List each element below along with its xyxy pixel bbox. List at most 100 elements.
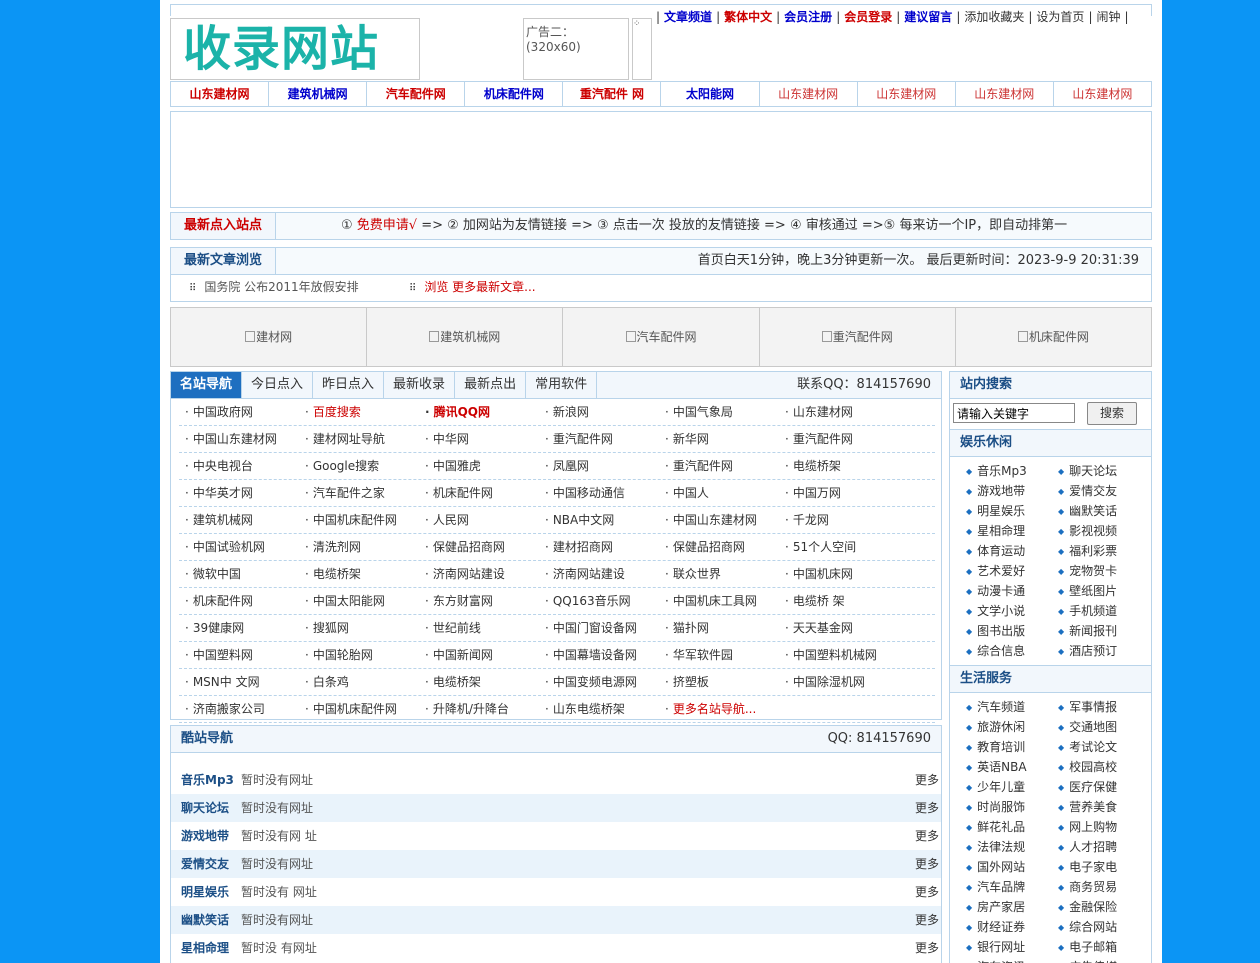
site-link[interactable]: 51个人空间: [779, 534, 899, 560]
category-link[interactable]: 汽车频道: [966, 697, 1058, 717]
site-link[interactable]: 中国雅虎: [419, 453, 539, 479]
category-link[interactable]: 图书出版: [966, 621, 1058, 641]
image-link[interactable]: 重汽配件网: [760, 308, 956, 366]
top-link[interactable]: 繁体中文: [724, 10, 772, 24]
nav-link[interactable]: 山东建材网: [1054, 82, 1151, 106]
category-link[interactable]: 宠物贺卡: [1058, 561, 1150, 581]
category-link[interactable]: 幽默笑话: [1058, 501, 1150, 521]
site-link[interactable]: Google搜索: [299, 453, 419, 479]
category-link[interactable]: 影视视频: [1058, 521, 1150, 541]
top-link[interactable]: 会员登录: [844, 10, 892, 24]
category-link[interactable]: 军事情报: [1058, 697, 1150, 717]
category-link[interactable]: 爱情交友: [1058, 481, 1150, 501]
site-link[interactable]: 济南搬家公司: [179, 696, 299, 722]
category-link[interactable]: 法律法规: [966, 837, 1058, 857]
category-link[interactable]: 少年儿童: [966, 777, 1058, 797]
top-link[interactable]: 会员注册: [784, 10, 832, 24]
image-link[interactable]: 建筑机械网: [367, 308, 564, 366]
site-link[interactable]: 39健康网: [179, 615, 299, 641]
site-link[interactable]: 电缆桥架: [779, 453, 899, 479]
category-link[interactable]: 游戏地带: [966, 481, 1058, 501]
category-link[interactable]: 体育运动: [966, 541, 1058, 561]
site-link[interactable]: 中国机床配件网: [299, 696, 419, 722]
site-link[interactable]: 中国除湿机网: [779, 669, 899, 695]
category-link[interactable]: 艺术爱好: [966, 561, 1058, 581]
more-link[interactable]: 更多: [915, 850, 939, 878]
category-link[interactable]: 明星娱乐: [966, 501, 1058, 521]
category-link[interactable]: 手机频道: [1058, 601, 1150, 621]
site-link[interactable]: 重汽配件网: [539, 426, 659, 452]
site-link[interactable]: 中国万网: [779, 480, 899, 506]
banner-ad[interactable]: [170, 111, 1152, 208]
site-link[interactable]: 清洗剂网: [299, 534, 419, 560]
site-link[interactable]: 更多名站导航...: [659, 696, 779, 722]
nav-link[interactable]: 汽车配件网: [367, 82, 466, 106]
cool-site-category[interactable]: 聊天论坛: [181, 794, 229, 822]
category-link[interactable]: 动漫卡通: [966, 581, 1058, 601]
top-link[interactable]: 闹钟: [1096, 10, 1120, 24]
ad-slot-small[interactable]: ⁘: [632, 18, 652, 80]
site-link[interactable]: 中国机床工具网: [659, 588, 779, 614]
site-link[interactable]: 天天基金网: [779, 615, 899, 641]
site-link[interactable]: 保健品招商网: [659, 534, 779, 560]
cool-site-category[interactable]: 星相命理: [181, 934, 229, 962]
site-link[interactable]: 百度搜索: [299, 399, 419, 425]
article-link[interactable]: 国务院 公布2011年放假安排: [204, 280, 358, 294]
site-link[interactable]: 中国山东建材网: [659, 507, 779, 533]
search-input[interactable]: [953, 403, 1075, 423]
image-link[interactable]: 建材网: [171, 308, 368, 366]
cool-site-category[interactable]: 游戏地带: [181, 822, 229, 850]
nav-link[interactable]: 太阳能网: [661, 82, 760, 106]
site-link[interactable]: 中国塑料机械网: [779, 642, 899, 668]
site-link[interactable]: 挤塑板: [659, 669, 779, 695]
more-link[interactable]: 更多: [915, 906, 939, 934]
site-link[interactable]: 升降机/升降台: [419, 696, 539, 722]
site-link[interactable]: 白条鸡: [299, 669, 419, 695]
category-link[interactable]: 商务贸易: [1058, 877, 1150, 897]
tab[interactable]: 常用软件: [526, 372, 598, 398]
search-button[interactable]: 搜索: [1087, 402, 1137, 425]
site-link[interactable]: 东方财富网: [419, 588, 539, 614]
site-link[interactable]: 人民网: [419, 507, 539, 533]
site-link[interactable]: QQ163音乐网: [539, 588, 659, 614]
site-link[interactable]: 建材网址导航: [299, 426, 419, 452]
category-link[interactable]: 汽车品牌: [966, 877, 1058, 897]
site-link[interactable]: 新浪网: [539, 399, 659, 425]
category-link[interactable]: 壁纸图片: [1058, 581, 1150, 601]
category-link[interactable]: 考试论文: [1058, 737, 1150, 757]
more-link[interactable]: 更多: [915, 766, 939, 794]
category-link[interactable]: 综合信息: [966, 641, 1058, 661]
article-link[interactable]: 浏览 更多最新文章...: [424, 280, 535, 294]
site-link[interactable]: 中华英才网: [179, 480, 299, 506]
category-link[interactable]: 人才招聘: [1058, 837, 1150, 857]
site-link[interactable]: 山东建材网: [779, 399, 899, 425]
site-link[interactable]: 中国移动通信: [539, 480, 659, 506]
site-link[interactable]: 中国轮胎网: [299, 642, 419, 668]
site-link[interactable]: 华军软件园: [659, 642, 779, 668]
category-link[interactable]: 金融保险: [1058, 897, 1150, 917]
nav-link[interactable]: 山东建材网: [171, 82, 270, 106]
site-link[interactable]: 重汽配件网: [779, 426, 899, 452]
nav-link[interactable]: 机床配件网: [465, 82, 564, 106]
category-link[interactable]: 交通地图: [1058, 717, 1150, 737]
site-link[interactable]: 保健品招商网: [419, 534, 539, 560]
top-link[interactable]: 文章频道: [664, 10, 712, 24]
site-link[interactable]: 中华网: [419, 426, 539, 452]
category-link[interactable]: 新闻报刊: [1058, 621, 1150, 641]
category-link[interactable]: 财经证券: [966, 917, 1058, 937]
category-link[interactable]: 聊天论坛: [1058, 461, 1150, 481]
tab[interactable]: 最新收录: [384, 372, 456, 398]
site-link[interactable]: 济南网站建设: [419, 561, 539, 587]
site-link[interactable]: 腾讯QQ网: [419, 399, 539, 425]
site-link[interactable]: 微软中国: [179, 561, 299, 587]
site-link[interactable]: 机床配件网: [179, 588, 299, 614]
category-link[interactable]: 国外网站: [966, 857, 1058, 877]
site-link[interactable]: 电缆桥 架: [779, 588, 899, 614]
category-link[interactable]: 英语NBA: [966, 757, 1058, 777]
site-link[interactable]: 中国人: [659, 480, 779, 506]
cool-site-category[interactable]: 明星娱乐: [181, 878, 229, 906]
cool-site-category[interactable]: 音乐Mp3: [181, 766, 234, 794]
ad-slot-2[interactable]: 广告二：(320x60): [523, 18, 629, 80]
free-apply-link[interactable]: 免费申请√: [357, 218, 417, 233]
category-link[interactable]: 营养美食: [1058, 797, 1150, 817]
